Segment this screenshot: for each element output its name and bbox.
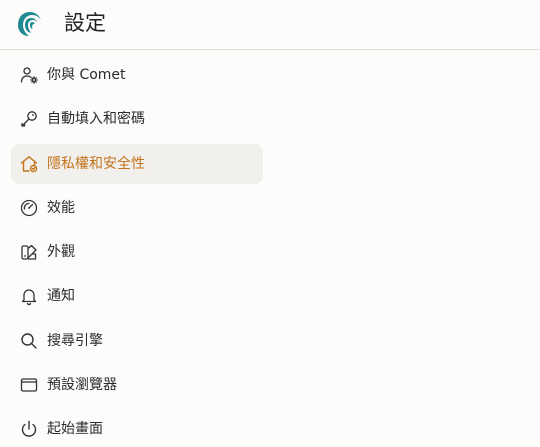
palette-icon [19, 242, 39, 262]
sidebar-item-label: 起始畫面 [47, 421, 103, 437]
sidebar-item-search-engine[interactable]: 搜尋引擎 [11, 321, 263, 361]
sidebar-item-label: 你與 Comet [47, 67, 126, 83]
sidebar-item-startup[interactable]: 起始畫面 [11, 409, 263, 447]
sidebar-item-label: 自動填入和密碼 [47, 111, 145, 128]
sidebar-item-autofill-passwords[interactable]: 自動填入和密碼 [11, 99, 263, 139]
bell-icon [19, 286, 39, 306]
sidebar-item-you-and-comet[interactable]: 你與 Comet [11, 55, 263, 95]
key-icon [19, 109, 39, 129]
sidebar-item-privacy-security[interactable]: 隱私權和安全性 [11, 143, 263, 184]
search-icon [19, 331, 39, 351]
sidebar-item-default-browser[interactable]: 預設瀏覽器 [11, 365, 263, 405]
home-shield-icon [19, 154, 39, 174]
sidebar-item-label: 通知 [47, 288, 75, 305]
sidebar-item-notifications[interactable]: 通知 [11, 276, 263, 316]
speedometer-icon [19, 198, 39, 218]
browser-window-icon [19, 375, 39, 395]
sidebar-item-appearance[interactable]: 外觀 [11, 232, 263, 272]
user-gear-icon [19, 65, 39, 85]
sidebar-item-label: 搜尋引擎 [47, 332, 103, 349]
settings-window: 設定 你與 Comet 自動填入和密碼 隱私權和安全性 效能 外觀 通知 搜尋引… [0, 0, 540, 447]
sidebar-item-label: 預設瀏覽器 [47, 376, 117, 393]
comet-logo-icon [15, 9, 45, 39]
settings-sidebar: 你與 Comet 自動填入和密碼 隱私權和安全性 效能 外觀 通知 搜尋引擎 預… [0, 55, 275, 447]
sidebar-item-label: 外觀 [47, 244, 75, 260]
sidebar-item-performance[interactable]: 效能 [11, 188, 263, 228]
sidebar-item-label: 效能 [47, 199, 75, 216]
sidebar-item-label: 隱私權和安全性 [47, 155, 145, 172]
page-title: 設定 [64, 11, 106, 35]
header: 設定 [0, 0, 540, 50]
power-icon [19, 419, 39, 439]
